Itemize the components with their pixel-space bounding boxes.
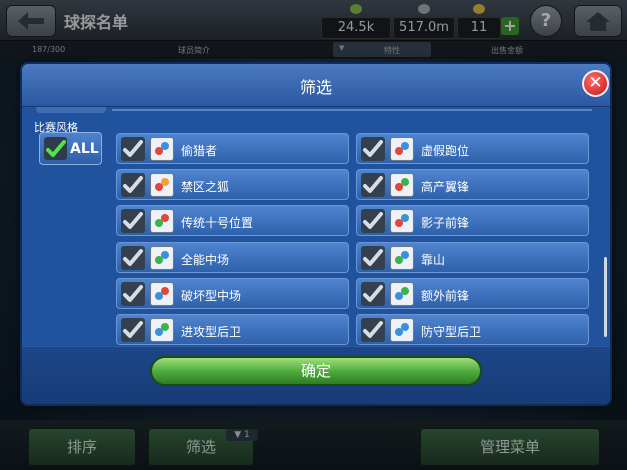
style-option[interactable]: 破坏型中场 — [116, 277, 349, 309]
option-checkbox[interactable] — [361, 318, 385, 342]
box-to-box-icon — [150, 245, 174, 270]
check-icon — [363, 212, 383, 230]
style-option[interactable]: 偷猎者 — [116, 133, 349, 164]
classic-no10-icon — [150, 209, 174, 234]
option-label: 防守型后卫 — [421, 325, 482, 339]
style-option[interactable]: 禁区之狐 — [116, 169, 349, 201]
option-label: 全能中场 — [181, 252, 230, 267]
option-label: 额外前锋 — [421, 288, 470, 303]
close-icon: ✕ — [588, 73, 603, 93]
option-label: 传统十号位置 — [181, 216, 254, 231]
option-checkbox[interactable] — [121, 281, 145, 306]
dialog-body[interactable]: 比赛风格 ALL 偷猎者 虚假跑位 禁区之狐 高产翼锋 传统十号位置 影子前锋 全能中场 靠山… — [22, 107, 610, 345]
style-option[interactable]: 高产翼锋 — [356, 169, 589, 201]
confirm-button[interactable]: 确定 — [150, 356, 482, 386]
section-divider — [112, 109, 592, 111]
check-icon — [123, 284, 143, 302]
style-option[interactable]: 防守型后卫 — [356, 314, 589, 345]
extra-frontman-icon — [390, 281, 414, 306]
style-option[interactable]: 传统十号位置 — [116, 205, 349, 237]
option-label: 进攻型后卫 — [181, 325, 242, 339]
dummy-runner-icon — [390, 137, 414, 161]
option-checkbox[interactable] — [121, 173, 145, 198]
check-icon — [123, 176, 143, 194]
check-icon — [363, 321, 383, 338]
check-icon — [123, 140, 143, 157]
option-label: 影子前锋 — [421, 216, 470, 231]
check-icon — [363, 284, 383, 302]
option-checkbox[interactable] — [361, 245, 385, 270]
style-option[interactable]: 影子前锋 — [356, 205, 589, 237]
option-checkbox[interactable] — [361, 209, 385, 234]
style-option[interactable]: 进攻型后卫 — [116, 314, 349, 345]
close-button[interactable]: ✕ — [582, 70, 609, 97]
option-checkbox[interactable] — [121, 209, 145, 234]
option-label: 禁区之狐 — [181, 180, 230, 195]
option-label: 靠山 — [421, 252, 446, 267]
style-option[interactable]: 全能中场 — [116, 241, 349, 273]
all-label: ALL — [70, 141, 99, 157]
target-man-icon — [390, 245, 414, 270]
check-icon — [46, 140, 66, 157]
style-option[interactable]: 额外前锋 — [356, 277, 589, 309]
check-icon — [363, 176, 383, 194]
select-all-button[interactable]: ALL — [39, 132, 102, 165]
option-checkbox[interactable] — [121, 318, 145, 342]
check-icon — [123, 248, 143, 266]
dialog-header: 筛选 ✕ — [22, 64, 610, 107]
option-label: 虚假跑位 — [421, 144, 470, 158]
offensive-fullback-icon — [150, 318, 174, 342]
shadow-striker-icon — [390, 209, 414, 234]
style-option[interactable]: 靠山 — [356, 241, 589, 273]
option-checkbox[interactable] — [361, 137, 385, 161]
poacher-icon — [150, 137, 174, 161]
check-icon — [123, 321, 143, 338]
scrollbar[interactable] — [604, 257, 607, 337]
previous-section-edge — [36, 107, 106, 113]
dialog-title: 筛选 — [299, 78, 332, 97]
destroyer-icon — [150, 281, 174, 306]
fox-in-box-icon — [150, 173, 174, 198]
option-checkbox[interactable] — [121, 137, 145, 161]
all-checkbox[interactable] — [44, 137, 67, 160]
style-option[interactable]: 虚假跑位 — [356, 133, 589, 164]
option-label: 破坏型中场 — [181, 288, 242, 303]
option-label: 偷猎者 — [181, 144, 218, 158]
option-checkbox[interactable] — [361, 173, 385, 198]
check-icon — [123, 212, 143, 230]
filter-dialog: 筛选 ✕ 比赛风格 ALL 偷猎者 虚假跑位 禁区之狐 高产翼锋 传统十号位置 影子前锋全… — [20, 62, 612, 406]
option-checkbox[interactable] — [361, 281, 385, 306]
prolific-winger-icon — [390, 173, 414, 198]
check-icon — [363, 248, 383, 266]
check-icon — [363, 140, 383, 157]
defensive-fullback-icon — [390, 318, 414, 342]
dialog-footer: 确定 — [22, 346, 610, 404]
option-label: 高产翼锋 — [421, 180, 470, 195]
option-checkbox[interactable] — [121, 245, 145, 270]
